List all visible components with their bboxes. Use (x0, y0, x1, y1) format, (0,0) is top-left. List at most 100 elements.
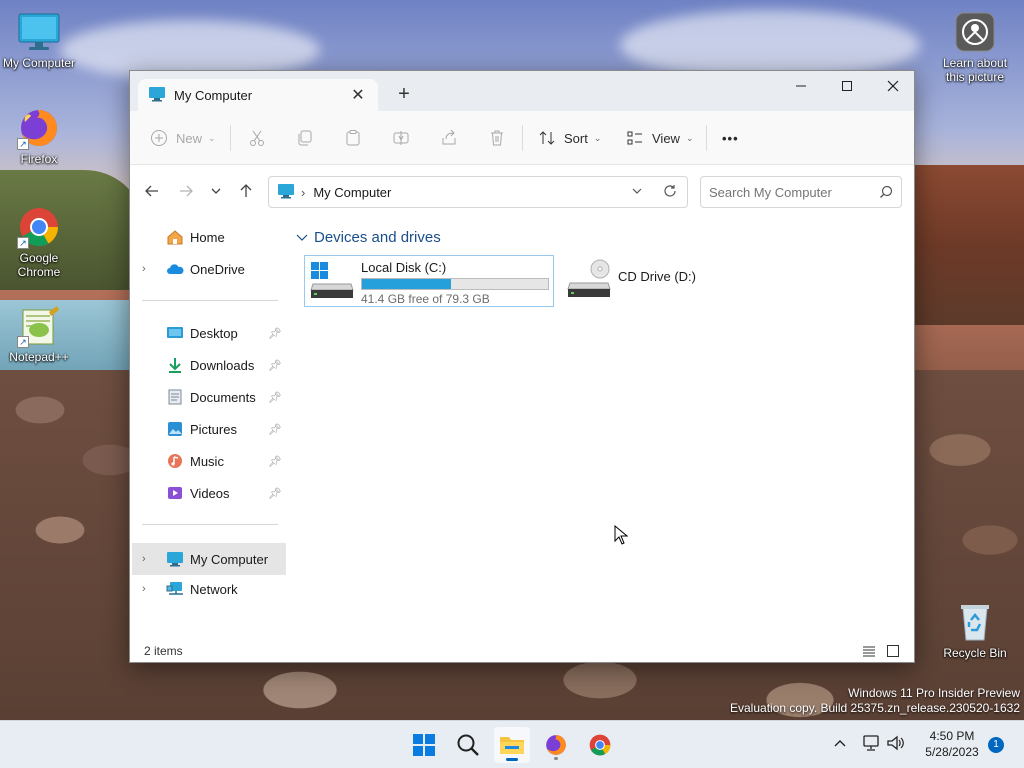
title-bar[interactable]: My Computer ✕ + (130, 71, 914, 111)
tab-my-computer[interactable]: My Computer ✕ (138, 79, 378, 111)
search-input[interactable]: Search My Computer (700, 176, 902, 208)
sidebar-item-label: Downloads (190, 357, 255, 373)
clock-time: 4:50 PM (929, 729, 975, 743)
drive-usage-bar (361, 278, 549, 290)
new-label: New (176, 130, 203, 146)
chevron-down-icon (632, 188, 642, 194)
sort-button[interactable]: Sort ⌄ (538, 123, 601, 153)
more-options-button[interactable]: ••• (722, 123, 739, 153)
sidebar-item-desktop[interactable]: Desktop 📌︎ (132, 319, 286, 347)
arrow-up-icon (240, 184, 252, 197)
sidebar-item-onedrive[interactable]: › OneDrive (132, 255, 286, 283)
sidebar-item-my-computer[interactable]: › My Computer (132, 543, 286, 575)
arrow-left-icon (145, 185, 158, 197)
sidebar-item-label: Network (190, 581, 238, 597)
sidebar-item-music[interactable]: Music 📌︎ (132, 447, 286, 475)
shortcut-arrow-icon: ↗ (17, 237, 29, 249)
breadcrumb-item[interactable]: My Computer (313, 185, 391, 200)
show-hidden-icons-button[interactable] (832, 735, 848, 754)
sidebar-item-label: Music (190, 453, 224, 469)
firefox-taskbar-button[interactable] (538, 727, 574, 763)
pin-icon[interactable]: 📌︎ (268, 487, 282, 500)
sidebar-item-home[interactable]: Home (132, 223, 286, 251)
recycle-bin-icon (953, 600, 997, 644)
minimize-button[interactable] (778, 71, 824, 101)
chevron-right-icon[interactable]: › (142, 583, 156, 595)
address-bar[interactable]: › My Computer (268, 176, 688, 208)
back-button[interactable] (140, 179, 164, 203)
pin-icon[interactable]: 📌︎ (268, 391, 282, 404)
cut-icon (250, 130, 264, 146)
desktop-icon-learn-picture[interactable]: Learn about this picture (936, 10, 1014, 84)
view-button[interactable]: View ⌄ (626, 123, 694, 153)
desktop-folder-icon (166, 324, 184, 342)
paste-button[interactable] (344, 123, 362, 153)
tab-close-icon[interactable]: ✕ (348, 85, 368, 105)
start-button[interactable] (406, 727, 442, 763)
desktop-icon-my-computer[interactable]: My Computer (1, 10, 77, 70)
close-button[interactable] (870, 71, 916, 101)
sidebar-item-network[interactable]: › Network (132, 575, 286, 603)
file-explorer-taskbar-button[interactable] (494, 727, 530, 763)
breadcrumb-chevron-icon: › (301, 184, 306, 200)
chevron-right-icon[interactable]: › (142, 553, 156, 565)
up-button[interactable] (234, 179, 258, 203)
firefox-icon: ↗ (17, 106, 61, 150)
maximize-button[interactable] (824, 71, 870, 101)
desktop-icon-chrome[interactable]: ↗ Google Chrome (1, 205, 77, 279)
pin-icon[interactable]: 📌︎ (268, 359, 282, 372)
delete-button[interactable] (488, 123, 506, 153)
folder-icon (500, 737, 524, 754)
clock[interactable]: 4:50 PM 5/28/2023 (916, 728, 988, 760)
sidebar-item-label: Desktop (190, 325, 238, 341)
group-header-devices[interactable]: Devices and drives (296, 229, 441, 246)
recent-locations-button[interactable] (204, 179, 228, 203)
address-history-button[interactable] (631, 185, 643, 200)
search-icon (880, 185, 893, 198)
search-taskbar-button[interactable] (450, 727, 486, 763)
notepadpp-icon: ↗ (17, 304, 61, 348)
pin-icon[interactable]: 📌︎ (268, 455, 282, 468)
network-status-button[interactable] (862, 734, 882, 755)
sidebar-item-pictures[interactable]: Pictures 📌︎ (132, 415, 286, 443)
divider (230, 125, 231, 151)
desktop-icon-notepadpp[interactable]: ↗ Notepad++ (1, 304, 77, 364)
search-placeholder: Search My Computer (709, 184, 832, 200)
firefox-icon (546, 735, 566, 755)
share-button[interactable] (440, 123, 458, 153)
details-view-button[interactable] (862, 644, 876, 661)
pin-icon[interactable]: 📌︎ (268, 327, 282, 340)
navigation-pane: Home › OneDrive Desktop 📌︎ Downloads 📌︎ (130, 217, 290, 639)
file-explorer-window: My Computer ✕ + New ⌄ Sort ⌄ View ⌄ ••• … (129, 70, 915, 663)
desktop-icon-firefox[interactable]: ↗ Firefox (1, 106, 77, 166)
hard-drive-icon (309, 260, 355, 302)
drive-local-disk-c[interactable]: Local Disk (C:) 41.4 GB free of 79.3 GB (304, 255, 554, 307)
copy-button[interactable] (296, 123, 314, 153)
refresh-button[interactable] (663, 184, 677, 201)
cut-button[interactable] (248, 123, 266, 153)
drive-cd-d[interactable]: CD Drive (D:) (562, 255, 762, 307)
pin-icon[interactable]: 📌︎ (268, 423, 282, 436)
new-button[interactable]: New ⌄ (150, 123, 216, 153)
sidebar-item-documents[interactable]: Documents 📌︎ (132, 383, 286, 411)
copy-icon (298, 130, 312, 146)
speaker-icon (887, 735, 904, 751)
large-icons-view-button[interactable] (886, 644, 900, 661)
divider (706, 125, 707, 151)
documents-icon (166, 388, 184, 406)
chevron-right-icon[interactable]: › (142, 263, 156, 275)
watermark-line: Evaluation copy. Build 25375.zn_release.… (730, 701, 1020, 715)
large-icons-view-icon (887, 645, 899, 657)
chrome-taskbar-button[interactable] (582, 727, 618, 763)
desktop-icon-recycle-bin[interactable]: Recycle Bin (936, 600, 1014, 660)
rename-button[interactable] (392, 123, 410, 153)
sidebar-item-label: Pictures (190, 421, 237, 437)
notification-badge[interactable]: 1 (988, 737, 1004, 753)
onedrive-icon (166, 260, 184, 278)
new-tab-button[interactable]: + (392, 83, 416, 107)
sidebar-item-videos[interactable]: Videos 📌︎ (132, 479, 286, 507)
forward-button[interactable] (174, 179, 198, 203)
volume-button[interactable] (886, 734, 906, 755)
minimize-icon (796, 85, 806, 87)
sidebar-item-downloads[interactable]: Downloads 📌︎ (132, 351, 286, 379)
